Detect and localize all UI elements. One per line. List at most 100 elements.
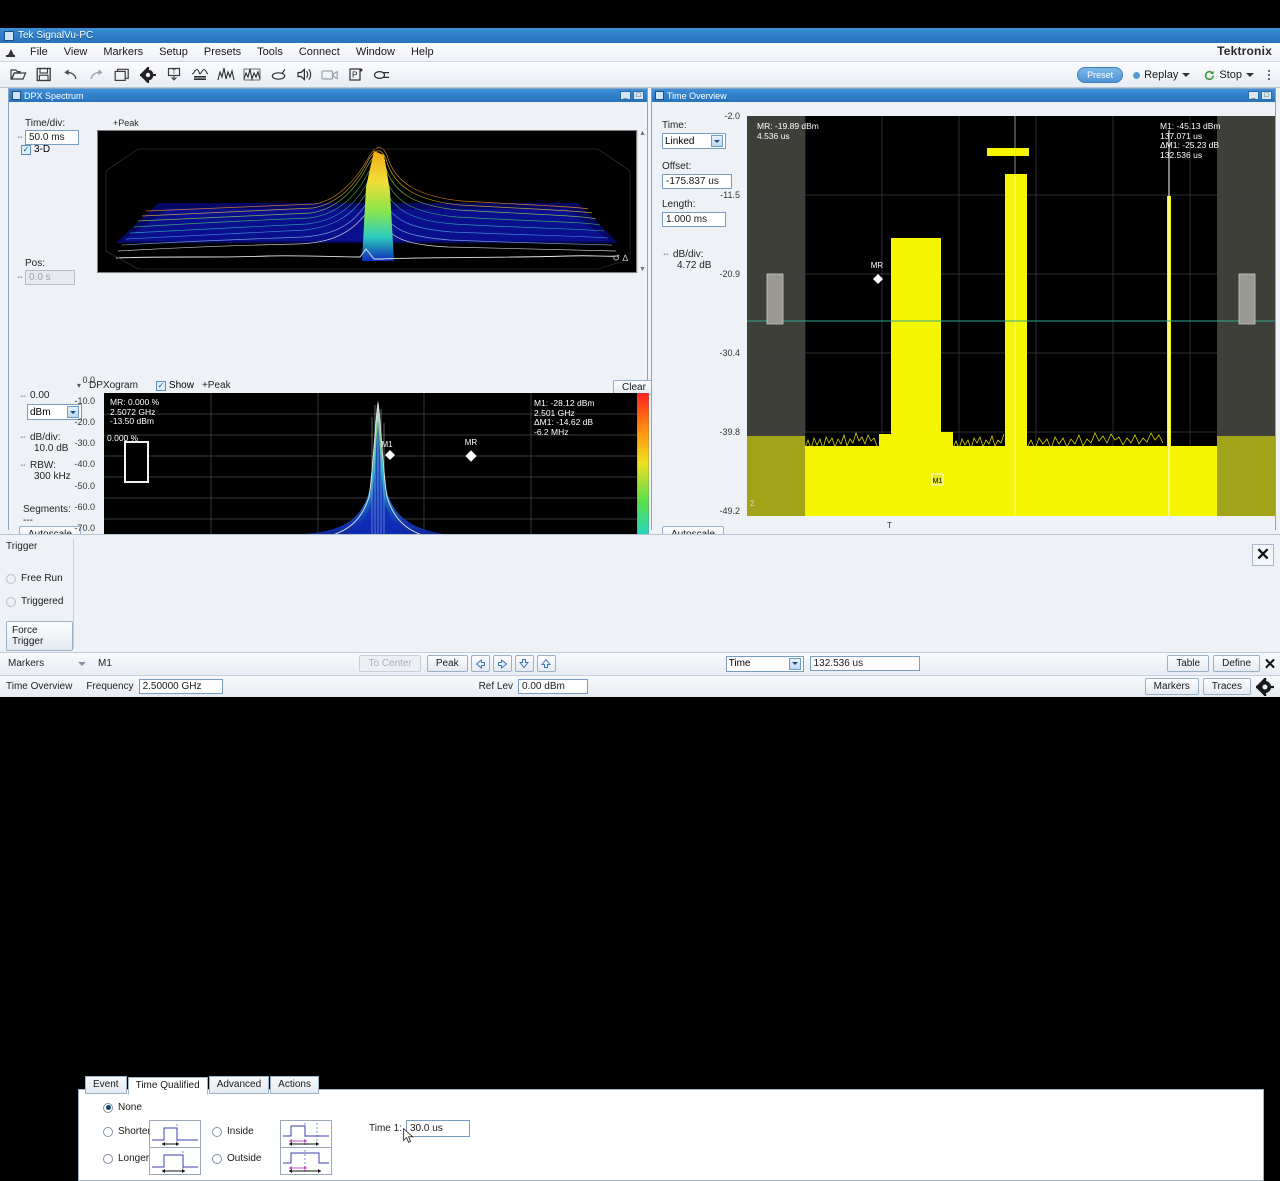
trigger-panel-close-button[interactable]: ✕ bbox=[1252, 544, 1274, 566]
status-traces-button[interactable]: Traces bbox=[1203, 678, 1251, 695]
arrow-right-icon[interactable] bbox=[493, 655, 512, 672]
marker-position-input[interactable]: 132.536 us bbox=[810, 656, 920, 671]
scroll-up-icon[interactable]: ▲ bbox=[638, 130, 647, 137]
audio-icon[interactable] bbox=[292, 64, 316, 86]
save-icon[interactable] bbox=[32, 64, 56, 86]
to-db-div-handle-icon[interactable]: ⇔ bbox=[662, 249, 670, 271]
gear-icon[interactable] bbox=[1256, 678, 1274, 696]
menu-item-help[interactable]: Help bbox=[403, 45, 442, 59]
arrow-left-icon[interactable] bbox=[471, 655, 490, 672]
svg-text:M1: M1 bbox=[381, 440, 393, 449]
dpx-icon[interactable] bbox=[214, 64, 238, 86]
pos-input[interactable]: 0.0 s bbox=[25, 270, 75, 285]
dpx-mr-readout: MR: 0.000 % 2.5072 GHz -13.50 dBm bbox=[110, 398, 159, 427]
title-bar: Tek SignalVu-PC bbox=[0, 28, 1280, 43]
status-ref-lev-input[interactable]: 0.00 dBm bbox=[518, 679, 588, 694]
preset-p-icon[interactable]: P bbox=[344, 64, 368, 86]
to-maximize-button[interactable]: □ bbox=[1261, 91, 1272, 100]
pos-handle-icon[interactable]: ⇔ bbox=[16, 272, 24, 281]
time-div-handle-icon[interactable]: ⇔ bbox=[16, 132, 24, 141]
db-div-handle-icon[interactable]: ⇔ bbox=[19, 432, 27, 454]
time-div-input[interactable]: 50.0 ms bbox=[25, 130, 79, 145]
time1-input[interactable]: 30.0 us bbox=[406, 1120, 470, 1137]
free-run-radio[interactable]: Free Run bbox=[6, 573, 73, 584]
measure-icon[interactable] bbox=[240, 64, 264, 86]
marker-domain-select[interactable]: Time bbox=[726, 656, 804, 672]
menu-item-presets[interactable]: Presets bbox=[196, 45, 249, 59]
amplitude-icon[interactable] bbox=[266, 64, 290, 86]
capture-icon[interactable] bbox=[318, 64, 342, 86]
eject-icon[interactable]: ▲ bbox=[0, 47, 22, 57]
link-icon[interactable] bbox=[370, 64, 394, 86]
tq-option-shorter[interactable]: Shorter bbox=[103, 1126, 151, 1137]
menu-item-file[interactable]: File bbox=[22, 45, 56, 59]
dpx-density-box[interactable] bbox=[124, 441, 149, 483]
replay-button[interactable]: Replay bbox=[1129, 67, 1194, 83]
main-toolbar: T P Preset Replay bbox=[0, 62, 1280, 88]
ref-level-value[interactable]: 0.00 bbox=[30, 390, 49, 401]
menu-item-view[interactable]: View bbox=[56, 45, 96, 59]
toolbar-right-group: Preset Replay Stop bbox=[1077, 62, 1274, 88]
dpxogram-show-checkbox[interactable]: ✓ Show bbox=[156, 380, 194, 391]
status-markers-button[interactable]: Markers bbox=[1145, 678, 1199, 695]
scroll-down-icon[interactable]: ▼ bbox=[638, 266, 647, 273]
tq-option-none[interactable]: None bbox=[103, 1102, 142, 1113]
to-time-select-value: Linked bbox=[665, 136, 711, 147]
menu-bar: ▲ File View Markers Setup Presets Tools … bbox=[0, 43, 1280, 62]
dpx-minimize-button[interactable]: _ bbox=[620, 91, 631, 100]
to-time-select-chevron-down-icon[interactable] bbox=[711, 135, 723, 147]
to-offset-label: Offset: bbox=[662, 161, 742, 172]
marker-table-button[interactable]: Table bbox=[1167, 655, 1209, 672]
tq-option-longer[interactable]: Longer bbox=[103, 1153, 149, 1164]
spectrogram-icon[interactable] bbox=[188, 64, 212, 86]
trigger-mode-group: Free Run Triggered Force Trigger bbox=[6, 539, 74, 649]
open-icon[interactable] bbox=[6, 64, 30, 86]
copy-icon[interactable] bbox=[110, 64, 134, 86]
replay-chevron-down-icon[interactable] bbox=[1182, 73, 1190, 77]
to-center-button[interactable]: To Center bbox=[359, 655, 420, 672]
force-trigger-button[interactable]: Force Trigger bbox=[6, 621, 73, 651]
selected-marker-label[interactable]: M1 bbox=[98, 658, 112, 669]
redo-icon[interactable] bbox=[84, 64, 108, 86]
tab-event[interactable]: Event bbox=[85, 1076, 127, 1094]
menu-item-markers[interactable]: Markers bbox=[95, 45, 151, 59]
peak-button[interactable]: Peak bbox=[427, 655, 468, 672]
arrow-down-icon[interactable] bbox=[515, 655, 534, 672]
unit-select-chevron-down-icon[interactable] bbox=[67, 406, 79, 418]
three-d-checkbox[interactable]: ✓ 3-D bbox=[21, 144, 50, 155]
triggered-radio[interactable]: Triggered bbox=[6, 596, 73, 607]
markers-bar-chevron-down-icon[interactable] bbox=[78, 662, 86, 666]
menu-item-window[interactable]: Window bbox=[348, 45, 403, 59]
settings-icon[interactable] bbox=[136, 64, 160, 86]
dpx-3d-vscrollbar[interactable]: ▲ ▼ bbox=[637, 130, 647, 273]
time-overview-plot[interactable]: MR M1 2 MR: -19.89 dBm 4.536 us M1: -45.… bbox=[747, 116, 1275, 516]
to-offset-input[interactable]: -175.837 us bbox=[662, 174, 732, 189]
tab-advanced[interactable]: Advanced bbox=[209, 1076, 269, 1094]
overflow-menu-icon[interactable] bbox=[1264, 70, 1274, 80]
status-frequency-input[interactable]: 2.50000 GHz bbox=[139, 679, 223, 694]
stop-chevron-down-icon[interactable] bbox=[1246, 73, 1254, 77]
undo-icon[interactable] bbox=[58, 64, 82, 86]
rbw-handle-icon[interactable]: ⇔ bbox=[19, 460, 27, 482]
markers-bar-close-button[interactable]: ✕ bbox=[1260, 655, 1280, 673]
menu-item-connect[interactable]: Connect bbox=[291, 45, 348, 59]
dpx-3d-rotate-icons[interactable]: ↺ ∆ bbox=[612, 253, 628, 264]
dpx-3d-plot[interactable]: ↺ ∆ bbox=[97, 130, 637, 273]
dpx-maximize-button[interactable]: □ bbox=[633, 91, 644, 100]
tab-time-qualified[interactable]: Time Qualified bbox=[128, 1077, 208, 1095]
ref-level-handle-icon[interactable]: ⇔ bbox=[19, 391, 27, 400]
marker-define-button[interactable]: Define bbox=[1213, 655, 1260, 672]
tq-option-outside[interactable]: Outside bbox=[212, 1153, 261, 1164]
to-time-select[interactable]: Linked bbox=[662, 133, 726, 149]
preset-button[interactable]: Preset bbox=[1077, 67, 1123, 83]
marker-domain-chevron-down-icon[interactable] bbox=[789, 658, 801, 670]
menu-item-setup[interactable]: Setup bbox=[151, 45, 196, 59]
tab-actions[interactable]: Actions bbox=[270, 1076, 319, 1094]
trigger-icon[interactable]: T bbox=[162, 64, 186, 86]
menu-item-tools[interactable]: Tools bbox=[249, 45, 291, 59]
to-minimize-button[interactable]: _ bbox=[1248, 91, 1259, 100]
to-length-input[interactable]: 1.000 ms bbox=[662, 212, 726, 227]
arrow-up-icon[interactable] bbox=[537, 655, 556, 672]
tq-option-inside[interactable]: Inside bbox=[212, 1126, 254, 1137]
stop-button[interactable]: Stop bbox=[1200, 67, 1258, 83]
